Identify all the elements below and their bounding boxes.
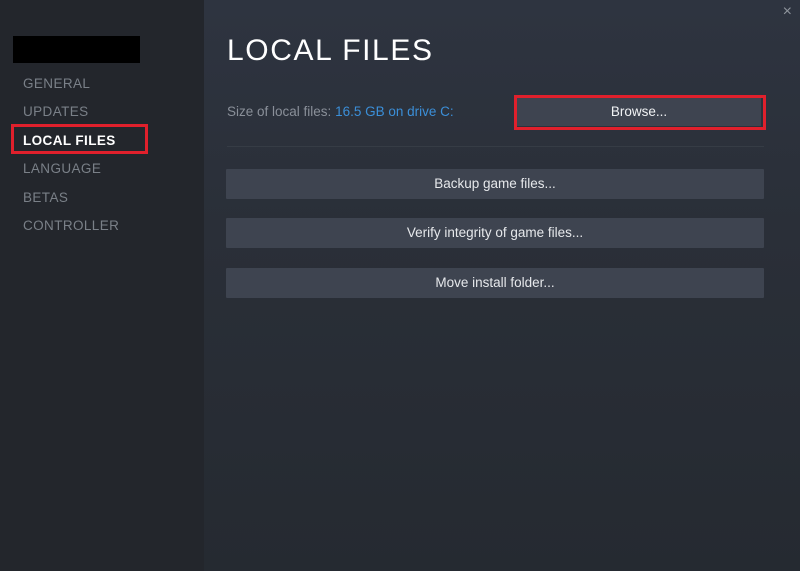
close-icon[interactable]: × — [783, 3, 792, 21]
divider — [227, 146, 764, 147]
sidebar-item-controller[interactable]: CONTROLLER — [23, 218, 119, 233]
verify-integrity-button[interactable]: Verify integrity of game files... — [226, 218, 764, 248]
highlight-box-local-files — [11, 124, 148, 154]
main-panel: × LOCAL FILES Size of local files: 16.5 … — [204, 0, 800, 571]
sidebar-item-updates[interactable]: UPDATES — [23, 104, 89, 119]
sidebar: GENERAL UPDATES LOCAL FILES LANGUAGE BET… — [0, 0, 204, 571]
move-install-folder-button[interactable]: Move install folder... — [226, 268, 764, 298]
local-files-size: Size of local files: 16.5 GB on drive C: — [227, 104, 454, 119]
sidebar-item-language[interactable]: LANGUAGE — [23, 161, 101, 176]
sidebar-item-betas[interactable]: BETAS — [23, 190, 68, 205]
properties-window: GENERAL UPDATES LOCAL FILES LANGUAGE BET… — [0, 0, 800, 571]
highlight-box-browse — [514, 95, 766, 130]
size-label: Size of local files: — [227, 104, 332, 119]
redacted-game-title — [13, 36, 140, 63]
page-title: LOCAL FILES — [227, 34, 434, 67]
sidebar-item-general[interactable]: GENERAL — [23, 76, 90, 91]
backup-game-files-button[interactable]: Backup game files... — [226, 169, 764, 199]
size-value-link[interactable]: 16.5 GB on drive C: — [335, 104, 454, 119]
